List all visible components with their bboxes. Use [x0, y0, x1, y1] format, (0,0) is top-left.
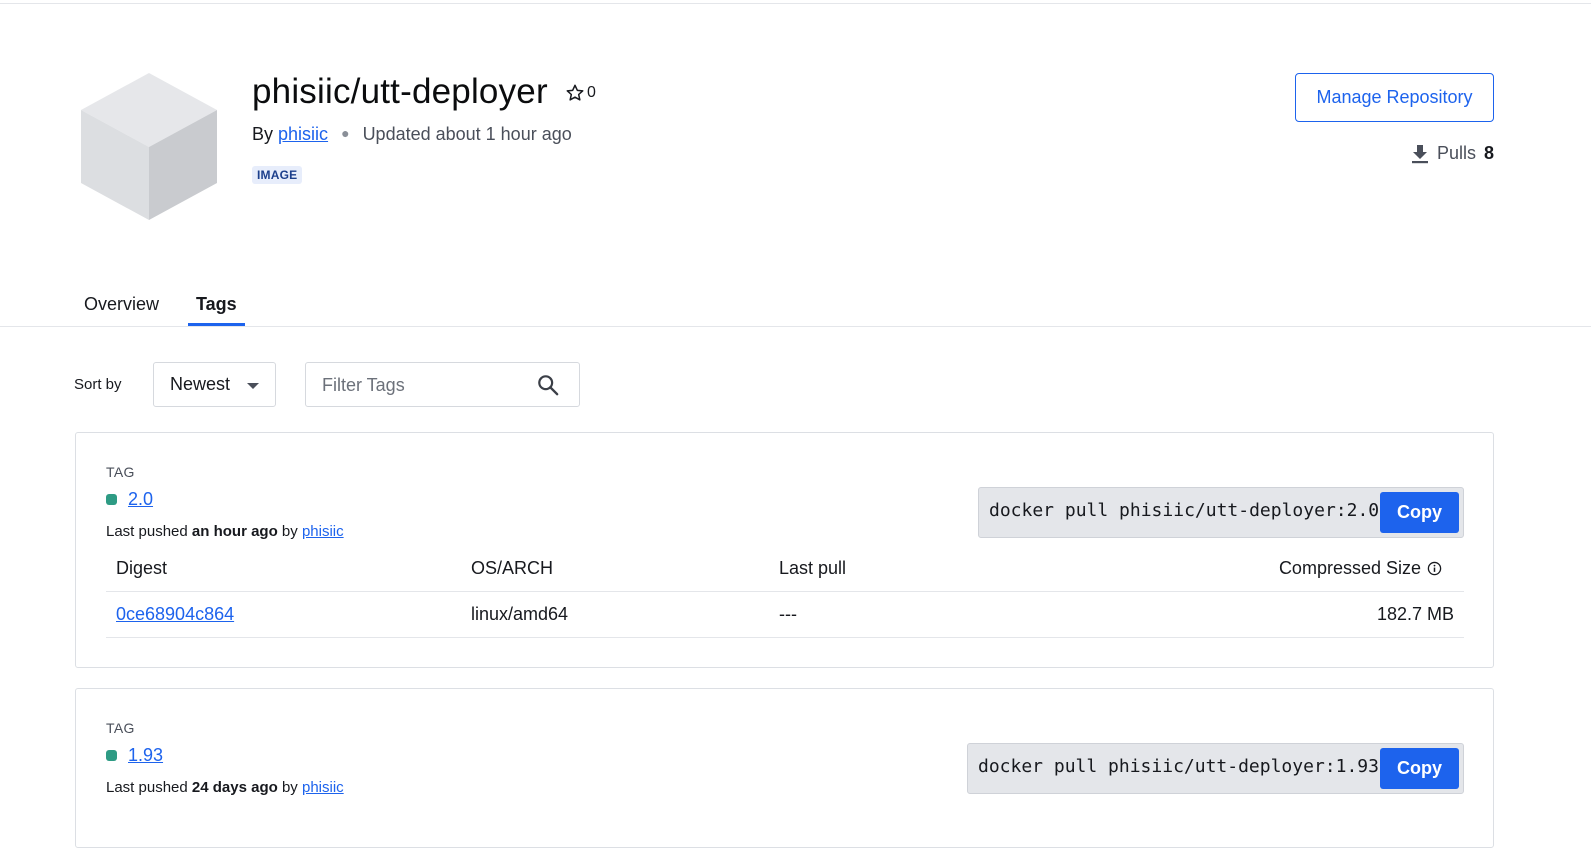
copy-button[interactable]: Copy: [1380, 748, 1459, 789]
image-badge: IMAGE: [252, 166, 303, 184]
tag-name-row: 2.0: [106, 489, 153, 510]
tag-caption: TAG: [106, 464, 135, 480]
repository-title: phisiic/utt-deployer: [252, 72, 548, 111]
updated-text: Updated about 1 hour ago: [362, 124, 572, 144]
last-pushed-text: Last pushed an hour ago by phisiic: [106, 523, 344, 540]
pushed-by-link[interactable]: phisiic: [302, 779, 344, 796]
pull-command-text[interactable]: docker pull phisiic/utt-deployer:1.93: [978, 756, 1379, 777]
table-header-row: Digest OS/ARCH Last pull Compressed Size: [106, 550, 1464, 592]
top-divider: [0, 3, 1591, 4]
tab-overview[interactable]: Overview: [76, 290, 167, 321]
compressed-size-label: Compressed Size: [1278, 558, 1421, 578]
pushed-when: an hour ago: [191, 523, 278, 540]
repository-tabs: Overview Tags: [76, 290, 258, 326]
last-pull-value: ---: [779, 604, 797, 624]
owner-link[interactable]: phisiic: [278, 124, 328, 144]
pulls-label: Pulls: [1436, 143, 1476, 163]
tab-tags[interactable]: Tags: [188, 290, 245, 326]
repository-cube-icon: [81, 73, 217, 220]
tabs-divider: [0, 326, 1591, 327]
tag-status-dot: [106, 750, 117, 761]
download-icon: [1411, 144, 1428, 163]
compressed-size-value: 182.7 MB: [1376, 604, 1454, 624]
digest-table: Digest OS/ARCH Last pull Compressed Size…: [106, 550, 1464, 638]
pushed-by-prefix: by: [281, 779, 298, 796]
search-icon[interactable]: [537, 374, 559, 396]
pushed-by-prefix: by: [281, 523, 298, 540]
pushed-by-link[interactable]: phisiic: [302, 523, 344, 540]
sort-label: Sort by: [74, 376, 122, 393]
pull-command-box: docker pull phisiic/utt-deployer:1.93 Co…: [967, 743, 1464, 794]
by-label: By: [252, 124, 274, 144]
sort-value: Newest: [170, 374, 231, 394]
filter-tags-field[interactable]: [305, 362, 580, 407]
tag-name-link[interactable]: 1.93: [128, 745, 163, 766]
sort-dropdown[interactable]: Newest: [153, 362, 276, 407]
tag-status-dot: [106, 494, 117, 505]
star-icon: [566, 84, 584, 101]
filter-tags-input[interactable]: [322, 373, 522, 397]
caret-down-icon: [247, 383, 259, 389]
column-header-compressed-size: Compressed Size: [1279, 558, 1442, 579]
digest-link[interactable]: 0ce68904c864: [116, 604, 234, 625]
table-row: 0ce68904c864 linux/amd64 --- 182.7 MB: [106, 592, 1464, 638]
separator-dot: ●: [341, 125, 350, 141]
column-header-last-pull: Last pull: [779, 558, 847, 578]
column-header-os-arch: OS/ARCH: [471, 558, 554, 578]
os-arch-value: linux/amd64: [471, 604, 569, 624]
pulls-count: 8: [1483, 143, 1494, 163]
pull-command-text[interactable]: docker pull phisiic/utt-deployer:2.0: [989, 500, 1379, 521]
pushed-prefix: Last pushed: [106, 523, 188, 540]
last-pushed-text: Last pushed 24 days ago by phisiic: [106, 779, 344, 796]
pushed-when: 24 days ago: [191, 779, 278, 796]
star-count: 0: [587, 84, 596, 101]
info-icon[interactable]: [1427, 561, 1442, 576]
tag-card: TAG 2.0 Last pushed an hour ago by phisi…: [75, 432, 1494, 668]
copy-button[interactable]: Copy: [1380, 492, 1459, 533]
star-button[interactable]: 0: [565, 83, 596, 103]
tag-name-row: 1.93: [106, 745, 163, 766]
pushed-prefix: Last pushed: [106, 779, 188, 796]
tag-caption: TAG: [106, 720, 135, 736]
manage-repository-button[interactable]: Manage Repository: [1295, 73, 1494, 122]
tag-card: TAG 1.93 Last pushed 24 days ago by phis…: [75, 688, 1494, 848]
pulls-stat: Pulls 8: [1411, 143, 1494, 164]
pull-command-box: docker pull phisiic/utt-deployer:2.0 Cop…: [978, 487, 1464, 538]
tag-name-link[interactable]: 2.0: [128, 489, 153, 510]
repository-byline: By phisiic ● Updated about 1 hour ago: [252, 124, 572, 145]
column-header-digest: Digest: [116, 558, 168, 578]
